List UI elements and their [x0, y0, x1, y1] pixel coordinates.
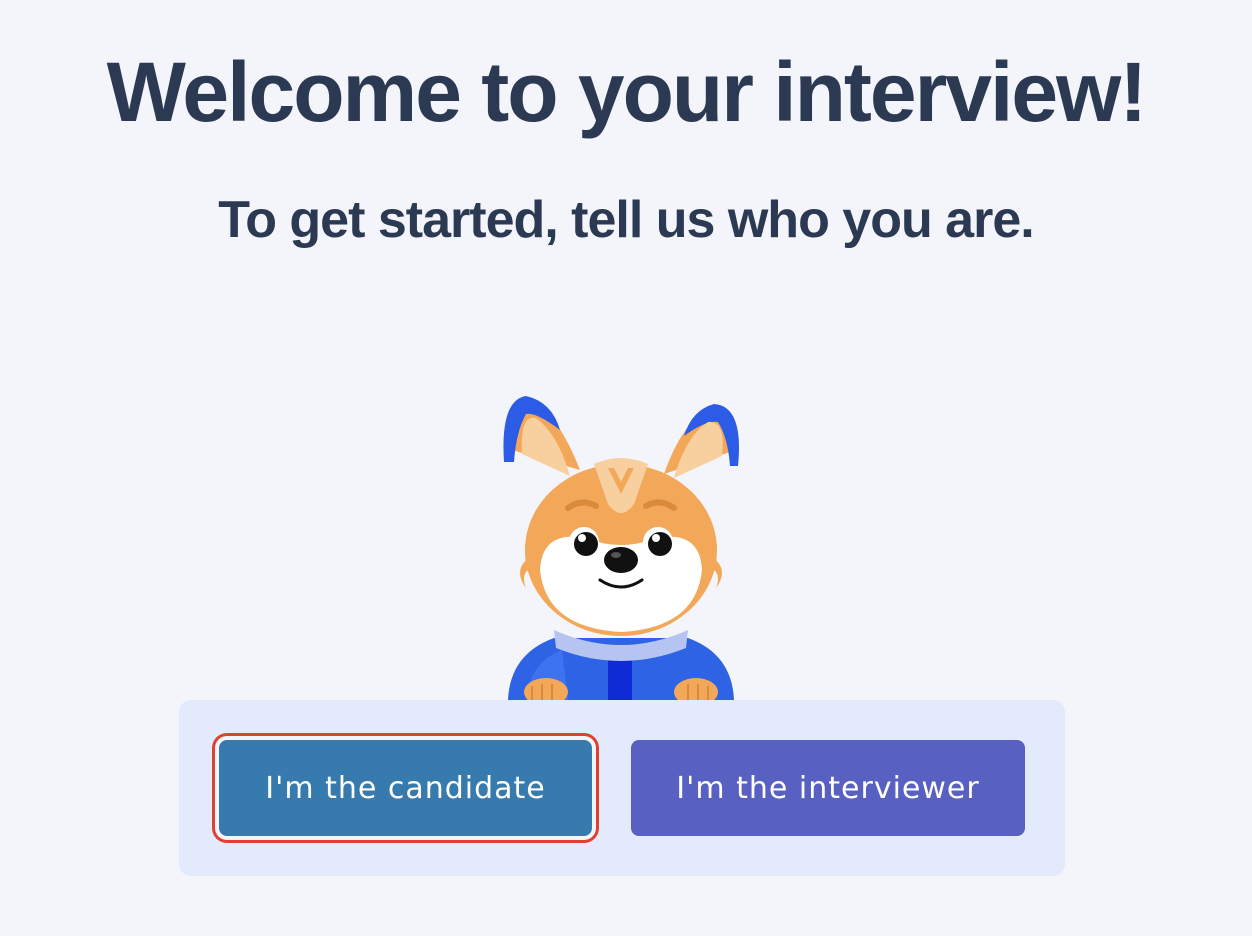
page-subtitle: To get started, tell us who you are. [218, 191, 1034, 249]
fox-mascot-icon [503, 396, 739, 700]
interviewer-button[interactable]: I'm the interviewer [631, 740, 1025, 836]
page-title: Welcome to your interview! [106, 45, 1148, 139]
candidate-button[interactable]: I'm the candidate [219, 740, 592, 836]
